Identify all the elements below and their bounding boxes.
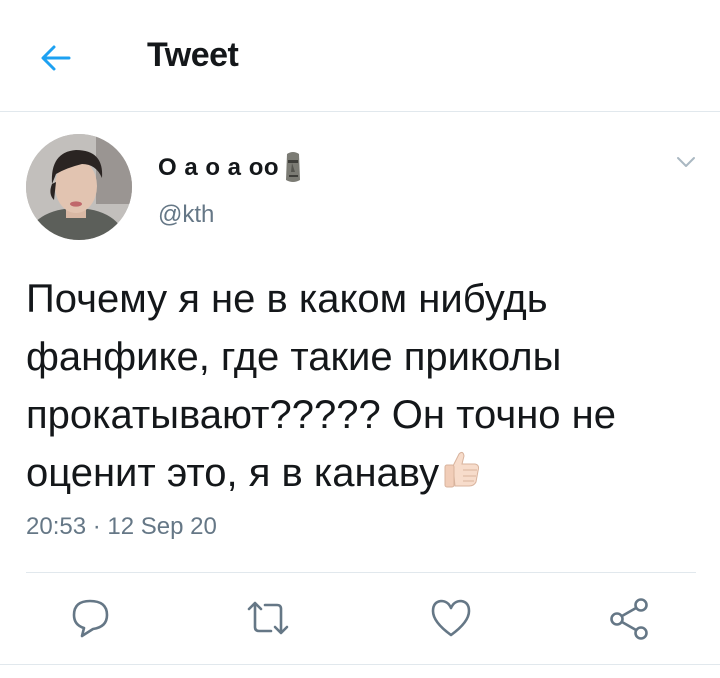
tweet-text: Почему я не в каком нибудь фанфике, где … (26, 270, 706, 502)
tweet-timestamp: 20:53 · 12 Sep 20 (26, 513, 217, 541)
chevron-down-icon[interactable] (676, 155, 696, 169)
author-name[interactable]: О а о а оо (158, 154, 279, 182)
heart-icon[interactable] (428, 595, 474, 641)
action-bar (0, 595, 720, 641)
author-row: О а о а оо (158, 150, 303, 186)
reply-icon[interactable] (68, 595, 114, 641)
share-icon[interactable] (607, 595, 653, 641)
back-arrow-icon[interactable] (38, 40, 74, 76)
tweet-time: 20:53 (26, 513, 87, 540)
retweet-icon[interactable] (245, 595, 291, 641)
top-bar: Tweet (0, 0, 720, 112)
tweet-body: Почему я не в каком нибудь фанфике, где … (26, 277, 616, 495)
thumbs-up-emoji-icon (444, 451, 480, 488)
divider (26, 572, 696, 573)
avatar[interactable] (26, 134, 132, 240)
meta-separator: · (92, 513, 101, 540)
page-title: Tweet (147, 36, 239, 74)
author-handle[interactable]: @kth (158, 201, 214, 229)
tweet-date: 12 Sep 20 (107, 513, 217, 540)
bottom-divider (0, 664, 720, 665)
moai-emoji-icon (286, 152, 301, 182)
